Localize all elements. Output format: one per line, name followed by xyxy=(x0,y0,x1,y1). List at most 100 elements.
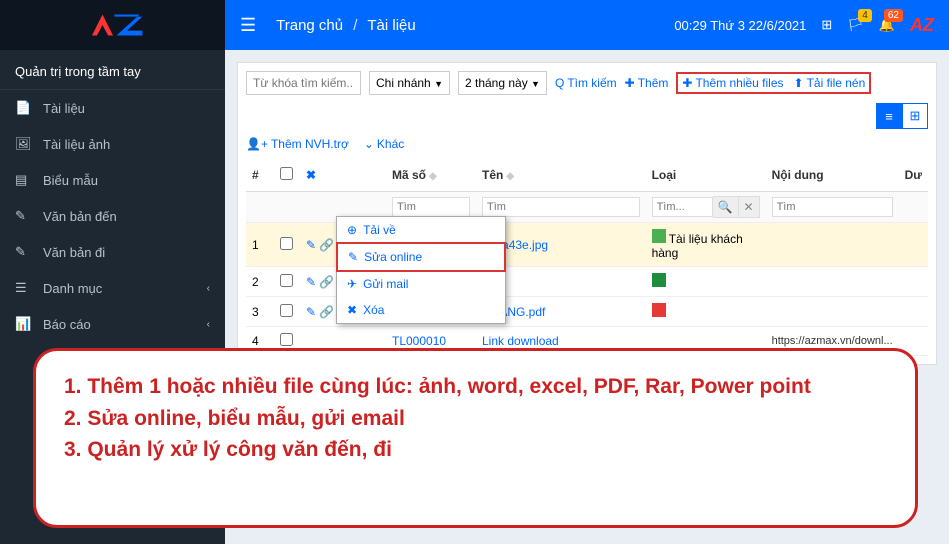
select-all-checkbox[interactable] xyxy=(280,167,293,180)
col-num: # xyxy=(246,159,274,192)
sidebar-item-label: Biểu mẫu xyxy=(43,173,98,188)
image-icon: 🖼 xyxy=(15,136,33,152)
view-list-button[interactable]: ≡ xyxy=(876,103,902,129)
double-chevron-icon: ⌄ xyxy=(364,137,374,151)
inbox-icon: ✎ xyxy=(15,208,33,224)
flag-badge: 4 xyxy=(858,9,872,22)
list-icon: ☰ xyxy=(15,280,33,296)
search-button[interactable]: Q Tìm kiếm xyxy=(555,76,617,90)
callout-line-1: 1. Thêm 1 hoặc nhiều file cùng lúc: ảnh,… xyxy=(64,371,887,403)
link-icon[interactable]: 🔗 xyxy=(319,275,334,289)
edit-icon[interactable]: ✎ xyxy=(306,238,316,252)
breadcrumb: Trang chủ / Tài liệu xyxy=(276,17,416,34)
period-select[interactable]: 2 tháng này ▼ xyxy=(458,71,547,95)
logo[interactable] xyxy=(0,0,225,50)
pdf-file-icon xyxy=(652,303,666,317)
row-num: 1 xyxy=(246,223,274,267)
excel-file-icon xyxy=(652,273,666,287)
row-type: Tài liệu khách hàng xyxy=(646,223,766,267)
filter-name-input[interactable] xyxy=(482,197,640,217)
menu-toggle-icon[interactable]: ☰ xyxy=(240,15,256,36)
caret-down-icon: ▼ xyxy=(531,79,540,89)
az-mini-logo-icon[interactable]: AZ xyxy=(910,15,934,36)
sidebar-item-vanbandi[interactable]: ✎ Văn bản đi xyxy=(0,234,225,270)
row-checkbox[interactable] xyxy=(280,304,293,317)
download-icon: ⊕ xyxy=(347,223,357,237)
caret-down-icon: ▼ xyxy=(434,79,443,89)
menu-delete[interactable]: ✖ Xóa xyxy=(337,297,505,323)
sidebar-item-baocao[interactable]: 📊 Báo cáo ‹ xyxy=(0,306,225,342)
filter-type-input[interactable] xyxy=(652,197,713,217)
sidebar-item-tailieuanh[interactable]: 🖼 Tài liệu ảnh xyxy=(0,126,225,162)
sidebar-item-label: Tài liệu xyxy=(43,101,85,116)
topbar: ☰ Trang chủ / Tài liệu 00:29 Thứ 3 22/6/… xyxy=(225,0,949,50)
chevron-left-icon: ‹ xyxy=(207,283,210,294)
chevron-left-icon: ‹ xyxy=(207,319,210,330)
delete-all-icon[interactable]: ✖ xyxy=(306,168,316,182)
grid-icon: ⊞ xyxy=(910,108,921,124)
menu-edit-online[interactable]: ✎ Sửa online xyxy=(336,242,506,272)
list-icon: ≡ xyxy=(885,109,893,124)
toolbar-row-1: Chi nhánh ▼ 2 tháng này ▼ Q Tìm kiếm ✚ T… xyxy=(246,71,928,129)
search-input[interactable] xyxy=(246,71,361,95)
view-toggle: ≡ ⊞ xyxy=(876,103,928,129)
menu-download[interactable]: ⊕ Tải về xyxy=(337,217,505,243)
menu-send-mail[interactable]: ✈ Gửi mail xyxy=(337,271,505,297)
filter-content-input[interactable] xyxy=(772,197,893,217)
col-del: ✖ xyxy=(300,159,326,192)
edit-icon[interactable]: ✎ xyxy=(306,275,316,289)
view-grid-button[interactable]: ⊞ xyxy=(902,103,928,129)
row-num: 3 xyxy=(246,297,274,327)
add-nvh-button[interactable]: 👤+ Thêm NVH.trợ xyxy=(246,137,349,151)
form-icon: ▤ xyxy=(15,172,33,188)
add-multi-files-button[interactable]: ✚ Thêm nhiều files xyxy=(682,76,783,90)
edit-icon[interactable]: ✎ xyxy=(306,305,316,319)
sidebar-item-bieumau[interactable]: ▤ Biểu mẫu xyxy=(0,162,225,198)
chart-icon: 📊 xyxy=(15,316,33,332)
sidebar-item-tailieu[interactable]: 📄 Tài liệu xyxy=(0,90,225,126)
annotation-callout: 1. Thêm 1 hoặc nhiều file cùng lúc: ảnh,… xyxy=(33,348,918,528)
breadcrumb-current: Tài liệu xyxy=(367,17,415,34)
apps-icon[interactable]: ⊞ xyxy=(821,17,832,33)
edit-icon: ✎ xyxy=(348,250,358,264)
col-content[interactable]: Nội dung xyxy=(766,159,899,192)
link-icon[interactable]: 🔗 xyxy=(319,305,334,319)
row-checkbox[interactable] xyxy=(280,237,293,250)
add-button[interactable]: ✚ Thêm xyxy=(625,76,669,90)
filter-type-search-icon[interactable]: 🔍 xyxy=(713,196,739,218)
search-icon: Q xyxy=(555,76,564,90)
breadcrumb-home[interactable]: Trang chủ xyxy=(276,17,343,34)
document-icon: 📄 xyxy=(15,100,33,116)
row-checkbox[interactable] xyxy=(280,333,293,346)
sort-icon: ◆ xyxy=(429,171,437,182)
sidebar-item-label: Văn bản đi xyxy=(43,245,105,260)
sidebar-item-label: Văn bản đến xyxy=(43,209,117,224)
col-name[interactable]: Tên◆ xyxy=(476,159,646,192)
row-checkbox[interactable] xyxy=(280,274,293,287)
sidebar-item-danhmuc[interactable]: ☰ Danh mục ‹ xyxy=(0,270,225,306)
upload-zip-button[interactable]: ⬆ Tải file nén xyxy=(794,76,866,90)
col-code[interactable]: Mã số◆ xyxy=(386,159,476,192)
filter-type-clear-icon[interactable]: ✕ xyxy=(739,196,760,218)
context-menu: ⊕ Tải về ✎ Sửa online ✈ Gửi mail ✖ Xóa xyxy=(336,216,506,324)
branch-select[interactable]: Chi nhánh ▼ xyxy=(369,71,450,95)
bell-icon[interactable]: 🔔 62 xyxy=(879,17,895,33)
az-logo-icon xyxy=(78,5,148,45)
other-button[interactable]: ⌄ Khác xyxy=(364,137,404,151)
plus-icon: ✚ xyxy=(682,76,692,90)
filter-code-input[interactable] xyxy=(392,197,470,217)
col-check xyxy=(274,159,300,192)
callout-line-2: 2. Sửa online, biểu mẫu, gửi email xyxy=(64,403,887,435)
callout-line-3: 3. Quản lý xử lý công văn đến, đi xyxy=(64,434,887,466)
row-num: 2 xyxy=(246,267,274,297)
flag-icon[interactable]: 🏳 4 xyxy=(847,17,864,33)
close-icon: ✖ xyxy=(347,303,357,317)
sidebar-item-vanbanden[interactable]: ✎ Văn bản đến xyxy=(0,198,225,234)
col-du[interactable]: Dư xyxy=(899,159,928,192)
sort-icon: ◆ xyxy=(506,171,514,182)
link-icon[interactable]: 🔗 xyxy=(319,238,334,252)
col-type[interactable]: Loại xyxy=(646,159,766,192)
sidebar-item-label: Tài liệu ảnh xyxy=(43,137,110,152)
image-file-icon xyxy=(652,229,666,243)
user-plus-icon: 👤+ xyxy=(246,137,268,151)
